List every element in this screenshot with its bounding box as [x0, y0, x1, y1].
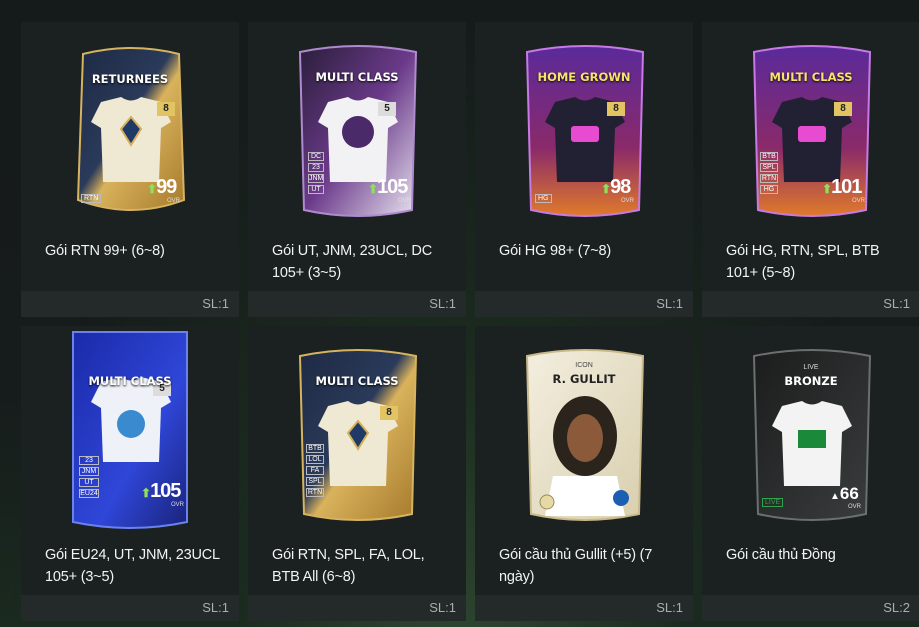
- card-tag: 23: [79, 456, 99, 465]
- pack-title: Gói HG, RTN, SPL, BTB 101+ (5~8): [726, 243, 880, 281]
- card-tags: DC 23 JNM UT: [308, 152, 324, 194]
- pack-footer: SL:1: [248, 595, 466, 621]
- pack-quantity: SL:1: [656, 296, 683, 311]
- card-tag: LIVE: [762, 498, 784, 507]
- card-tag: LOL: [306, 455, 324, 464]
- pack-quantity: SL:1: [429, 600, 456, 615]
- card-tags: 23 JNM UT EU24: [79, 456, 99, 498]
- pack-quantity: SL:1: [429, 296, 456, 311]
- card-level: 8: [840, 103, 846, 114]
- pack-card-art: [752, 349, 872, 521]
- pack-tile[interactable]: MULTI CLASS 8 BTB LOL FA SPL RTN Gói RTN…: [248, 326, 466, 621]
- pack-footer: SL:1: [475, 595, 693, 621]
- pack-title: Gói UT, JNM, 23UCL, DC 105+ (3~5): [272, 243, 432, 281]
- pack-tile[interactable]: ICON R. GULLIT Gói cầu thủ Gullit (+5) (…: [475, 326, 693, 621]
- up-arrow-icon: ⬆: [147, 182, 157, 196]
- card-tag: UT: [79, 478, 99, 487]
- card-tag: RTN: [81, 194, 102, 203]
- card-tag: SPL: [760, 163, 778, 172]
- card-ovr: ⬆105: [368, 176, 408, 198]
- pack-card-art: [72, 331, 188, 529]
- card-tag: DC: [308, 152, 324, 161]
- card-tag: BTB: [306, 444, 324, 453]
- card-tag: RTN: [306, 488, 324, 497]
- pack-tile[interactable]: MULTI CLASS 5 DC 23 JNM UT ⬆105 OVR Gói …: [248, 22, 466, 317]
- pack-card-art: [752, 45, 872, 217]
- card-level: 8: [386, 407, 392, 418]
- card-banner: R. GULLIT: [552, 372, 616, 386]
- card-banner: BRONZE: [784, 374, 838, 388]
- pack-quantity: SL:2: [883, 600, 910, 615]
- card-tag: 23: [308, 163, 324, 172]
- card-tag: HG: [535, 194, 552, 203]
- pack-card-art: [298, 349, 418, 521]
- pack-grid: RETURNEES 8 RTN ⬆99 OVR Gói RTN 99+ (6~8…: [0, 0, 919, 627]
- up-arrow-icon: ⬆: [368, 182, 378, 196]
- up-arrow-icon: ▲: [830, 491, 840, 502]
- card-tag: FA: [306, 466, 324, 475]
- pack-card-art: [298, 45, 418, 217]
- card-tag: EU24: [79, 489, 99, 498]
- up-arrow-icon: ⬆: [141, 486, 151, 500]
- card-level: 8: [163, 103, 169, 114]
- pack-tile[interactable]: MULTI CLASS 8 BTB SPL RTN HG ⬆101 OVR Gó…: [702, 22, 919, 317]
- card-ovr-label: OVR: [398, 198, 412, 204]
- pack-title: Gói cầu thủ Đồng: [726, 547, 836, 563]
- pack-tile[interactable]: HOME GROWN 8 HG ⬆98 OVR Gói HG 98+ (7~8)…: [475, 22, 693, 317]
- card-tag: UT: [308, 185, 324, 194]
- up-arrow-icon: ⬆: [601, 182, 611, 196]
- card-tags: BTB SPL RTN HG: [760, 152, 778, 194]
- pack-quantity: SL:1: [883, 296, 910, 311]
- card-tag: SPL: [306, 477, 324, 486]
- card-ovr-label: OVR: [621, 198, 635, 204]
- card-ovr: ⬆105: [141, 480, 181, 502]
- card-tag: HG: [760, 185, 778, 194]
- card-level: 5: [159, 383, 165, 394]
- card-banner: MULTI CLASS: [769, 70, 853, 84]
- pack-quantity: SL:1: [202, 600, 229, 615]
- pack-footer: SL:2: [702, 595, 919, 621]
- card-ovr-label: OVR: [848, 504, 862, 510]
- pack-footer: SL:1: [21, 595, 239, 621]
- pack-card-art: [525, 349, 645, 521]
- card-ovr: ⬆99: [147, 176, 177, 198]
- pack-title: Gói EU24, UT, JNM, 23UCL 105+ (3~5): [45, 547, 220, 585]
- pack-footer: SL:1: [21, 291, 239, 317]
- pack-footer: SL:1: [702, 291, 919, 317]
- card-banner: MULTI CLASS: [315, 374, 399, 388]
- card-banner: RETURNEES: [91, 72, 169, 86]
- card-tag: RTN: [760, 174, 778, 183]
- pack-title: Gói cầu thủ Gullit (+5) (7 ngày): [499, 547, 653, 585]
- card-ovr-label: OVR: [167, 198, 181, 204]
- card-ovr: ⬆101: [822, 176, 862, 198]
- card-banner: HOME GROWN: [537, 70, 631, 84]
- card-ovr: ▲66: [830, 484, 859, 503]
- card-tag: JNM: [79, 467, 99, 476]
- pack-quantity: SL:1: [202, 296, 229, 311]
- pack-card-art: [525, 45, 645, 217]
- pack-title: Gói HG 98+ (7~8): [499, 243, 612, 259]
- up-arrow-icon: ⬆: [822, 182, 832, 196]
- card-level: 5: [384, 103, 390, 114]
- pack-tile[interactable]: MULTI CLASS 5 23 JNM UT EU24 ⬆105 OVR Gó…: [21, 326, 239, 621]
- pack-tile[interactable]: RETURNEES 8 RTN ⬆99 OVR Gói RTN 99+ (6~8…: [21, 22, 239, 317]
- card-tag: BTB: [760, 152, 778, 161]
- pack-footer: SL:1: [475, 291, 693, 317]
- pack-title: Gói RTN 99+ (6~8): [45, 243, 165, 259]
- pack-card-art: [76, 47, 186, 211]
- card-subtitle: LIVE: [803, 364, 819, 371]
- pack-footer: SL:1: [248, 291, 466, 317]
- pack-tile[interactable]: LIVE BRONZE LIVE ▲66 OVR Gói cầu thủ Đồn…: [702, 326, 919, 621]
- card-ovr: ⬆98: [601, 176, 631, 198]
- card-banner: MULTI CLASS: [315, 70, 399, 84]
- card-tags: BTB LOL FA SPL RTN: [306, 444, 324, 497]
- card-level: 8: [613, 103, 619, 114]
- card-subtitle: ICON: [575, 362, 593, 369]
- pack-title: Gói RTN, SPL, FA, LOL, BTB All (6~8): [272, 547, 425, 585]
- pack-quantity: SL:1: [656, 600, 683, 615]
- card-tag: JNM: [308, 174, 324, 183]
- card-ovr-label: OVR: [852, 198, 866, 204]
- card-ovr-label: OVR: [171, 502, 185, 508]
